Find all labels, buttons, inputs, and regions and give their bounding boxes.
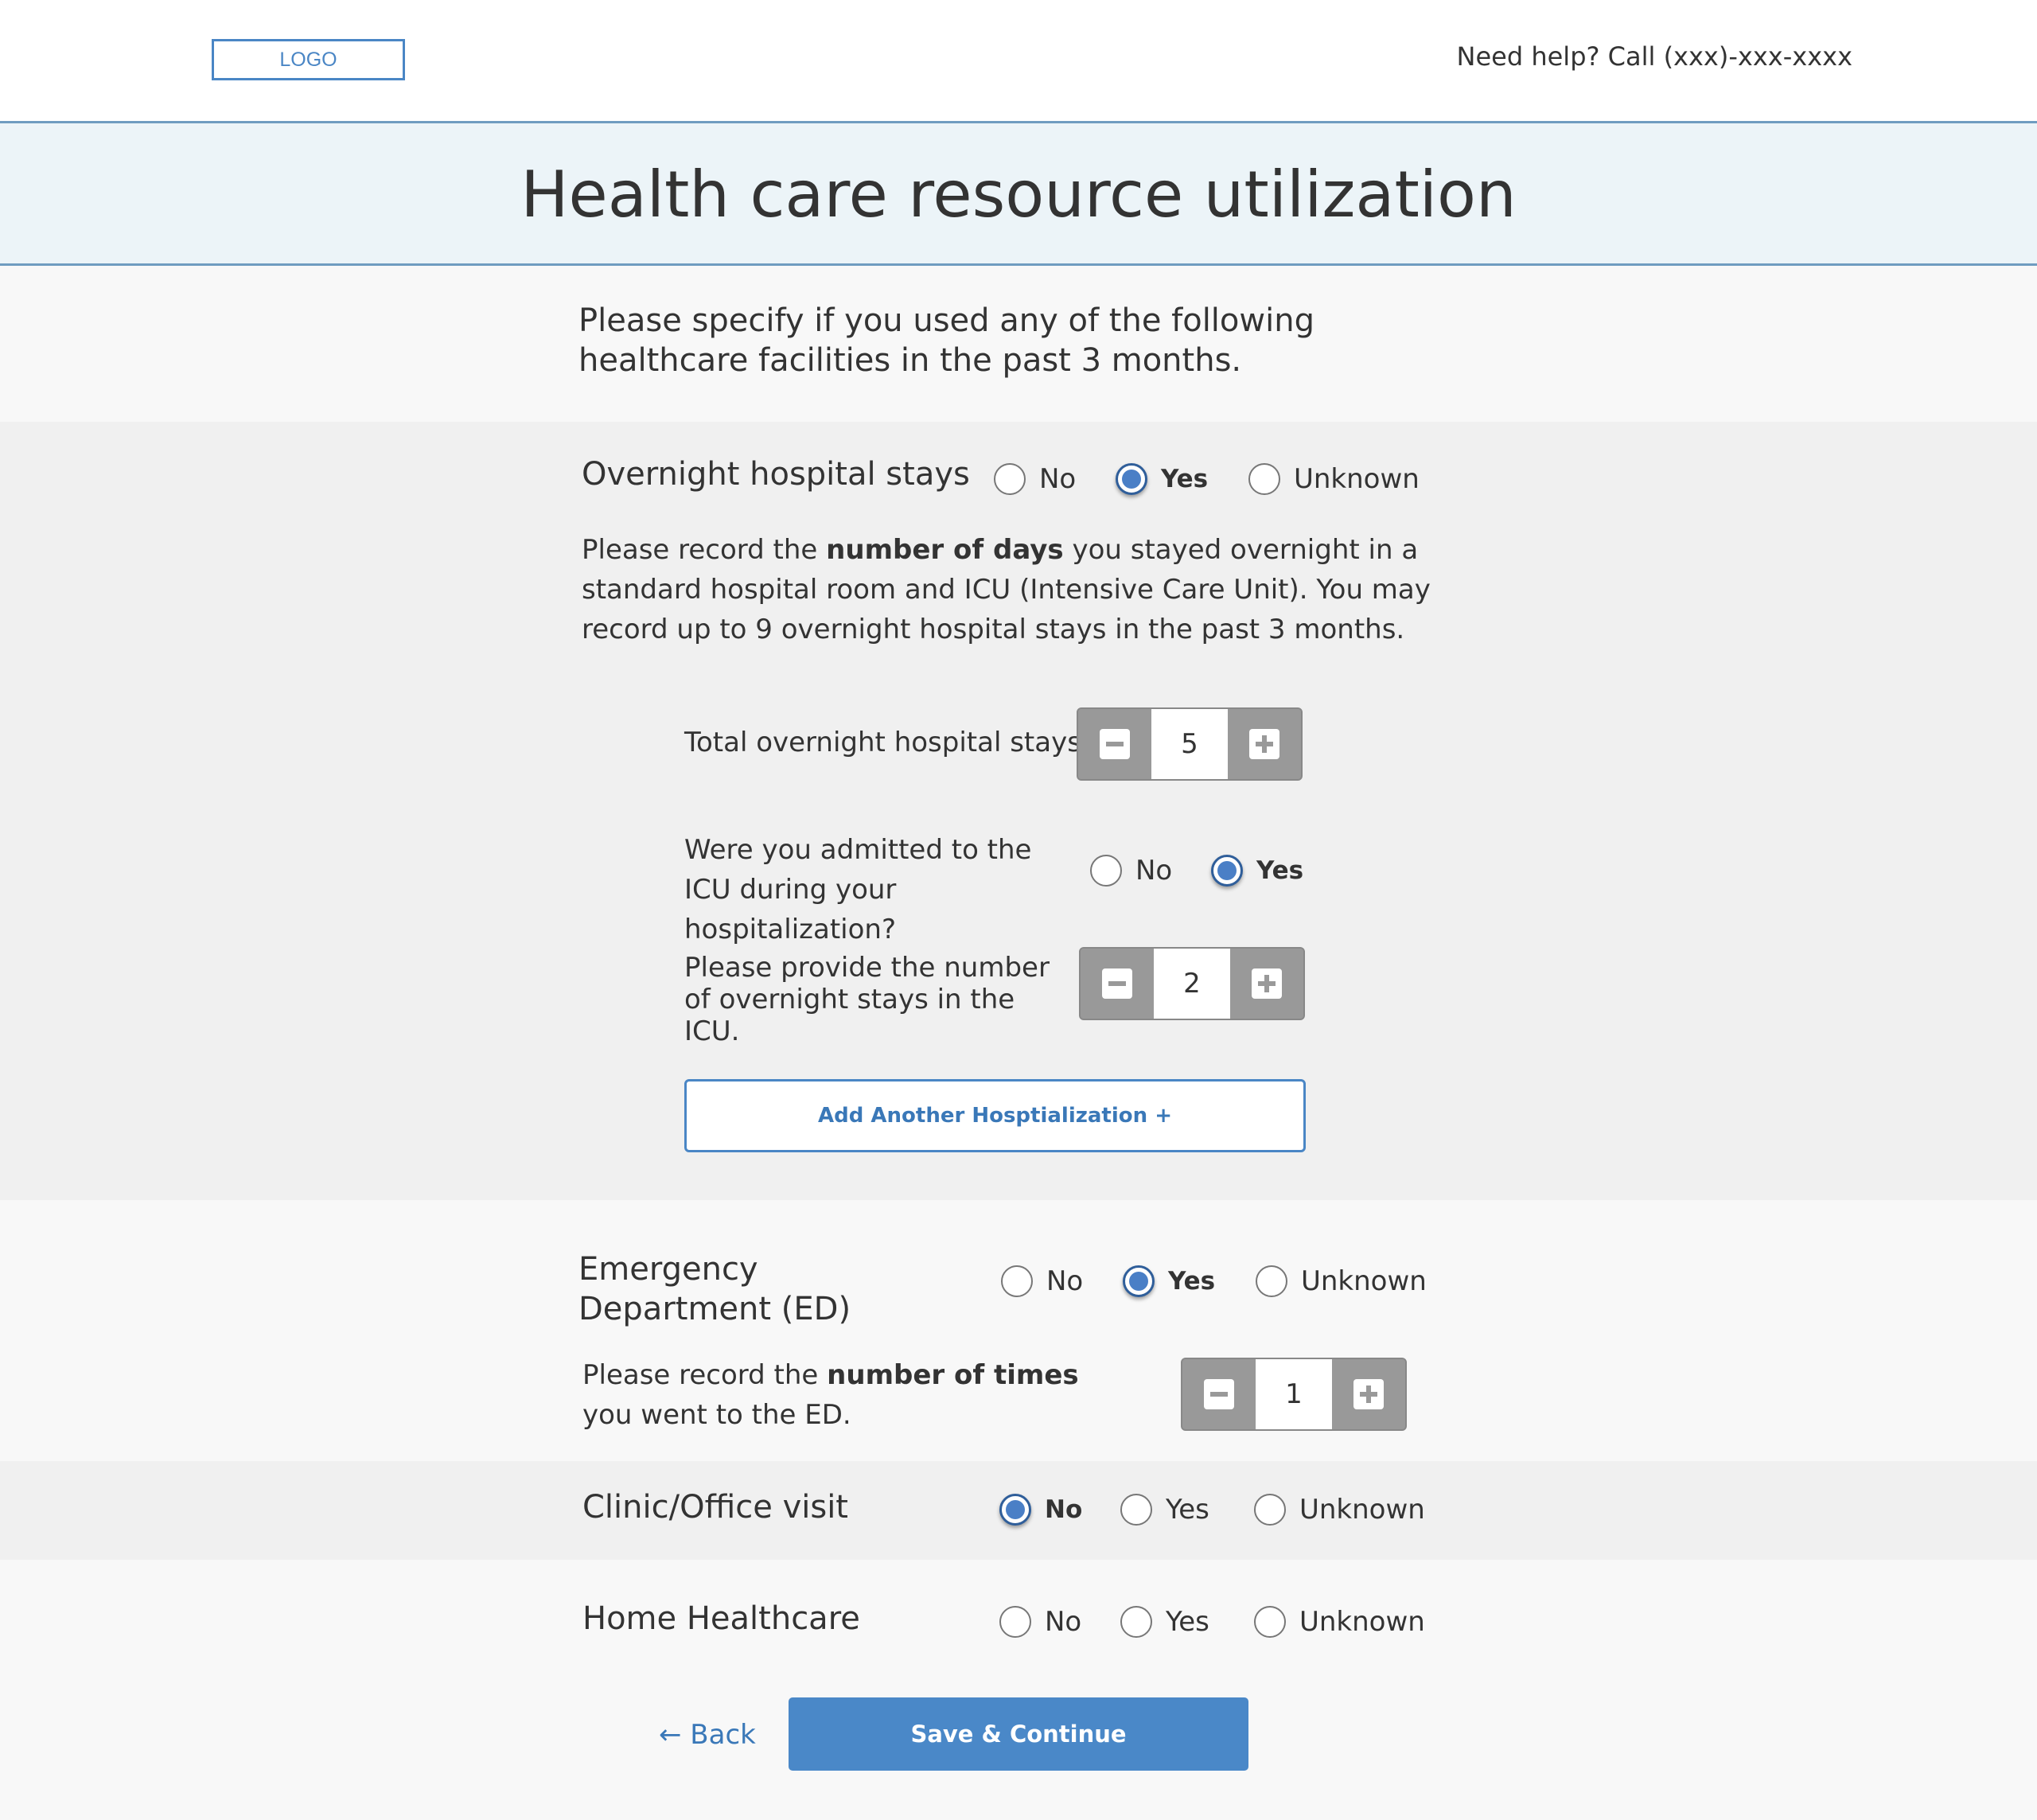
page-intro: Please specify if you used any of the fo… — [578, 302, 1315, 379]
radio-circle — [994, 463, 1026, 495]
radio-label: Unknown — [1294, 463, 1420, 495]
page-title: Health care resource utilization — [520, 158, 1517, 232]
decrement-button[interactable] — [1081, 949, 1154, 1019]
total-stays-stepper: 5 — [1077, 707, 1303, 781]
radio-label: No — [1045, 1606, 1082, 1638]
home-radio-unknown[interactable]: Unknown — [1254, 1606, 1425, 1638]
increment-button[interactable] — [1230, 949, 1303, 1019]
plus-icon — [1252, 968, 1282, 999]
decrement-button[interactable] — [1182, 1359, 1256, 1429]
radio-circle — [1256, 1265, 1287, 1297]
radio-circle — [1254, 1494, 1286, 1526]
ed-instructions: Please record the number of times you we… — [582, 1355, 1131, 1435]
radio-label: Yes — [1166, 1606, 1209, 1638]
radio-circle — [1211, 855, 1243, 887]
save-continue-button[interactable]: Save & Continue — [789, 1697, 1248, 1771]
ed-radio-no[interactable]: No — [1001, 1265, 1083, 1297]
icu-question-label: Were you admitted to the ICU during your… — [684, 834, 1032, 945]
instr-text: Please record the — [582, 534, 827, 566]
radio-label: Unknown — [1299, 1606, 1425, 1638]
increment-button[interactable] — [1332, 1359, 1405, 1429]
clinic-radio-no[interactable]: No — [999, 1494, 1082, 1526]
plus-icon — [1249, 729, 1279, 759]
radio-circle — [1116, 463, 1147, 495]
hospital-instructions: Please record the number of days you sta… — [582, 530, 1433, 649]
stepper-value[interactable]: 2 — [1154, 949, 1230, 1019]
home-question-label: Home Healthcare — [582, 1600, 860, 1637]
radio-circle — [1123, 1265, 1155, 1297]
radio-label: Unknown — [1299, 1494, 1425, 1526]
ed-question-label: Emergency Department (ED) — [578, 1251, 851, 1327]
radio-label: Unknown — [1301, 1265, 1427, 1297]
radio-label: No — [1045, 1495, 1083, 1524]
hospital-question-label: Overnight hospital stays — [582, 456, 970, 493]
instr-bold: number of days — [826, 534, 1064, 566]
radio-circle — [1120, 1606, 1152, 1638]
ed-count-stepper: 1 — [1181, 1358, 1407, 1431]
radio-label: Yes — [1256, 856, 1304, 885]
ed-radio-yes[interactable]: Yes — [1123, 1265, 1215, 1297]
icu-radio-yes[interactable]: Yes — [1211, 855, 1303, 887]
decrement-button[interactable] — [1078, 709, 1151, 779]
instr-text: you went to the ED. — [582, 1399, 851, 1431]
minus-icon — [1100, 729, 1130, 759]
plus-icon — [1353, 1379, 1384, 1409]
clinic-question-label: Clinic/Office visit — [582, 1489, 848, 1526]
hospital-radio-unknown[interactable]: Unknown — [1248, 463, 1420, 495]
home-radio-yes[interactable]: Yes — [1120, 1606, 1209, 1638]
radio-label: Yes — [1168, 1267, 1216, 1296]
instr-bold: number of times — [827, 1359, 1079, 1391]
ed-radio-unknown[interactable]: Unknown — [1256, 1265, 1427, 1297]
stepper-value[interactable]: 1 — [1256, 1359, 1332, 1429]
minus-icon — [1102, 968, 1132, 999]
radio-circle — [1248, 463, 1280, 495]
total-stays-label: Total overnight hospital stays — [684, 727, 1081, 758]
radio-circle — [1001, 1265, 1033, 1297]
hospital-radio-no[interactable]: No — [994, 463, 1076, 495]
add-hospitalization-button[interactable]: Add Another Hosptialization + — [684, 1079, 1306, 1152]
clinic-radio-yes[interactable]: Yes — [1120, 1494, 1209, 1526]
radio-circle — [999, 1606, 1031, 1638]
back-link[interactable]: ← Back — [659, 1719, 756, 1751]
radio-circle — [1254, 1606, 1286, 1638]
radio-label: Yes — [1161, 465, 1209, 493]
icu-radio-no[interactable]: No — [1090, 855, 1172, 887]
home-radio-no[interactable]: No — [999, 1606, 1081, 1638]
increment-button[interactable] — [1228, 709, 1301, 779]
minus-icon — [1204, 1379, 1234, 1409]
instr-text: Please record the — [582, 1359, 828, 1391]
icu-count-label: Please provide the number of overnight s… — [684, 952, 1050, 1047]
radio-circle — [1090, 855, 1122, 887]
radio-label: Yes — [1166, 1494, 1209, 1526]
radio-circle — [999, 1494, 1031, 1526]
radio-label: No — [1039, 463, 1077, 495]
help-phone-text: Need help? Call (xxx)-xxx-xxxx — [1456, 41, 1852, 72]
icu-count-stepper: 2 — [1079, 947, 1305, 1020]
logo[interactable]: LOGO — [212, 39, 405, 80]
radio-label: No — [1046, 1265, 1084, 1297]
hospital-radio-yes[interactable]: Yes — [1116, 463, 1208, 495]
clinic-radio-unknown[interactable]: Unknown — [1254, 1494, 1425, 1526]
radio-circle — [1120, 1494, 1152, 1526]
radio-label: No — [1135, 855, 1173, 887]
stepper-value[interactable]: 5 — [1151, 709, 1228, 779]
